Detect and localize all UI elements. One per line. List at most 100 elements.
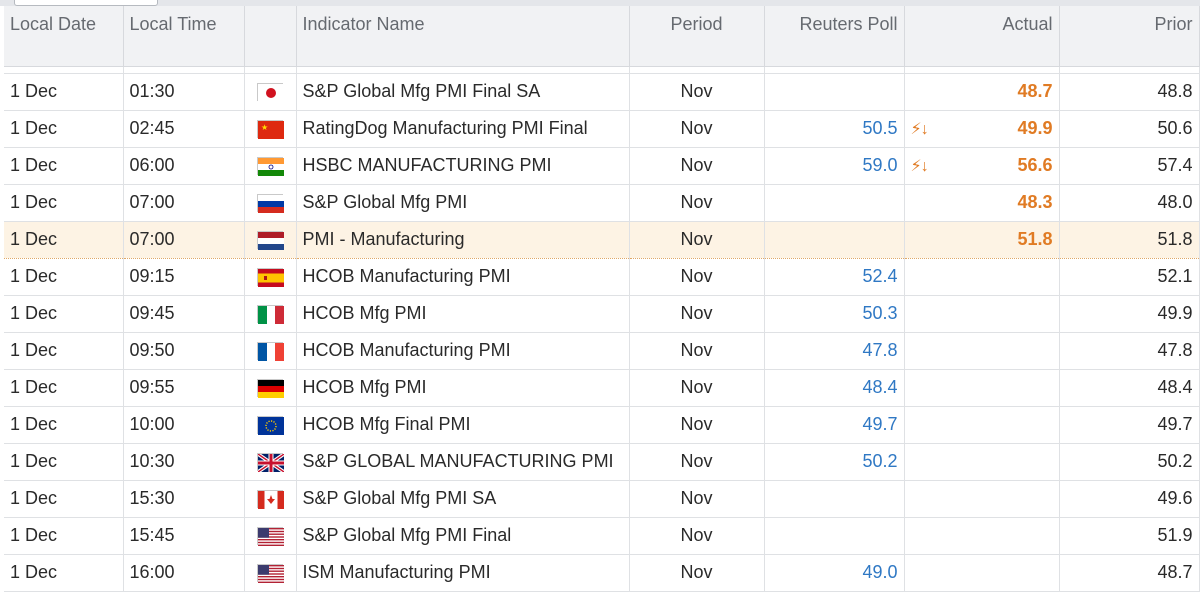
- row-actual: 48.3: [1017, 192, 1053, 212]
- row-time: 10:30: [123, 443, 245, 481]
- table-row[interactable]: 1 Dec 16:00 ISM Manufacturing PMI Nov 49.0 48…: [4, 554, 1200, 592]
- france-flag-icon: [257, 342, 284, 362]
- row-indicator[interactable]: HCOB Mfg PMI: [296, 369, 630, 407]
- table-row[interactable]: 1 Dec 15:30 S&P Global Mfg PMI SA Nov 49.6: [4, 480, 1200, 518]
- table-row[interactable]: 1 Dec 06:00 HSBC MANUFACTURING PMI Nov 59.0 ⚡…: [4, 147, 1200, 185]
- row-indicator[interactable]: S&P Global Mfg PMI Final SA: [296, 73, 630, 111]
- canada-flag-icon: [257, 490, 284, 510]
- row-date: 1 Dec: [4, 258, 124, 296]
- col-header-date[interactable]: Local Date: [4, 6, 124, 67]
- row-time: 02:45: [123, 110, 245, 148]
- row-prior: 51.9: [1059, 517, 1200, 555]
- row-prior: 47.8: [1059, 332, 1200, 370]
- table-row[interactable]: 1 Dec 10:30 S&P GLOBAL MANUFACTURING PMI No…: [4, 443, 1200, 481]
- row-date: 1 Dec: [4, 369, 124, 407]
- row-actual: 49.9: [1017, 118, 1053, 138]
- row-prior: 50.6: [1059, 110, 1200, 148]
- header-gap-row: [4, 66, 1200, 74]
- eu-flag-icon: [257, 416, 284, 436]
- row-reuters-poll: [764, 73, 905, 111]
- row-indicator[interactable]: HCOB Mfg PMI: [296, 295, 630, 333]
- row-actual-cell: [904, 517, 1060, 555]
- row-actual-cell: [904, 258, 1060, 296]
- row-indicator[interactable]: PMI - Manufacturing: [296, 220, 630, 259]
- row-indicator[interactable]: ISM Manufacturing PMI: [296, 554, 630, 592]
- col-header-indicator[interactable]: Indicator Name: [296, 6, 630, 67]
- surprise-lightning-down-icon: ⚡↓: [910, 157, 929, 175]
- row-time: 07:00: [123, 220, 245, 259]
- row-prior: 49.6: [1059, 480, 1200, 518]
- row-indicator[interactable]: HCOB Manufacturing PMI: [296, 258, 630, 296]
- table-row[interactable]: 1 Dec 02:45 ★ RatingDog Manufacturing PMI F…: [4, 110, 1200, 148]
- table-row[interactable]: 1 Dec 09:50 HCOB Manufacturing PMI Nov 47.8 4…: [4, 332, 1200, 370]
- row-reuters-poll: 49.0: [764, 554, 905, 592]
- row-period: Nov: [629, 184, 765, 222]
- col-header-time[interactable]: Local Time: [123, 6, 245, 67]
- china-flag-icon: ★: [257, 120, 284, 140]
- row-reuters-poll: [764, 517, 905, 555]
- row-reuters-poll: [764, 480, 905, 518]
- col-header-flag: [244, 6, 297, 67]
- row-date: 1 Dec: [4, 295, 124, 333]
- row-reuters-poll: 47.8: [764, 332, 905, 370]
- table-row[interactable]: 1 Dec 07:00 PMI - Manufacturing Nov 51.8 51.8: [4, 220, 1200, 259]
- row-date: 1 Dec: [4, 110, 124, 148]
- row-time: 09:45: [123, 295, 245, 333]
- row-actual: 56.6: [1017, 155, 1053, 175]
- row-date: 1 Dec: [4, 406, 124, 444]
- row-time: 09:55: [123, 369, 245, 407]
- row-prior: 51.8: [1059, 220, 1200, 259]
- table-row[interactable]: 1 Dec 15:45 S&P Global Mfg PMI Final Nov 51.…: [4, 517, 1200, 555]
- row-period: Nov: [629, 517, 765, 555]
- table-row[interactable]: 1 Dec 09:45 HCOB Mfg PMI Nov 50.3 49.9: [4, 295, 1200, 333]
- row-indicator[interactable]: HCOB Mfg Final PMI: [296, 406, 630, 444]
- russia-flag-icon: [257, 194, 284, 214]
- row-indicator[interactable]: S&P Global Mfg PMI Final: [296, 517, 630, 555]
- row-actual: 48.7: [1017, 81, 1053, 101]
- row-time: 09:50: [123, 332, 245, 370]
- row-actual-cell: [904, 406, 1060, 444]
- row-period: Nov: [629, 258, 765, 296]
- table-row[interactable]: 1 Dec 10:00 HCOB Mfg Final PMI Nov 49.7 49.7: [4, 406, 1200, 444]
- row-reuters-poll: 52.4: [764, 258, 905, 296]
- surprise-lightning-down-icon: ⚡↓: [910, 120, 929, 138]
- row-prior: 48.4: [1059, 369, 1200, 407]
- table-row[interactable]: 1 Dec 01:30 S&P Global Mfg PMI Final SA Nov…: [4, 73, 1200, 111]
- row-prior: 48.8: [1059, 73, 1200, 111]
- row-reuters-poll: 49.7: [764, 406, 905, 444]
- row-actual-cell: [904, 480, 1060, 518]
- row-period: Nov: [629, 73, 765, 111]
- row-time: 15:45: [123, 517, 245, 555]
- row-date: 1 Dec: [4, 220, 124, 259]
- row-actual-cell: [904, 443, 1060, 481]
- row-actual-cell: 48.3: [904, 184, 1060, 222]
- table-row[interactable]: 1 Dec 09:15 HCOB Manufacturing PMI Nov 52.4 5…: [4, 258, 1200, 296]
- row-actual: 51.8: [1017, 229, 1053, 249]
- col-header-period[interactable]: Period: [629, 6, 765, 67]
- row-indicator[interactable]: RatingDog Manufacturing PMI Final: [296, 110, 630, 148]
- row-period: Nov: [629, 480, 765, 518]
- col-header-prior[interactable]: Prior: [1059, 6, 1200, 67]
- row-date: 1 Dec: [4, 184, 124, 222]
- spain-flag-icon: [257, 268, 284, 288]
- germany-flag-icon: [257, 379, 284, 399]
- row-indicator[interactable]: S&P GLOBAL MANUFACTURING PMI: [296, 443, 630, 481]
- row-indicator[interactable]: HSBC MANUFACTURING PMI: [296, 147, 630, 185]
- row-period: Nov: [629, 406, 765, 444]
- row-period: Nov: [629, 369, 765, 407]
- row-period: Nov: [629, 554, 765, 592]
- row-date: 1 Dec: [4, 332, 124, 370]
- row-indicator[interactable]: S&P Global Mfg PMI SA: [296, 480, 630, 518]
- row-indicator[interactable]: HCOB Manufacturing PMI: [296, 332, 630, 370]
- row-prior: 50.2: [1059, 443, 1200, 481]
- table-row[interactable]: 1 Dec 07:00 S&P Global Mfg PMI Nov 48.3 48.0: [4, 184, 1200, 222]
- row-date: 1 Dec: [4, 73, 124, 111]
- col-header-actual[interactable]: Actual: [904, 6, 1060, 67]
- row-time: 07:00: [123, 184, 245, 222]
- row-indicator[interactable]: S&P Global Mfg PMI: [296, 184, 630, 222]
- table-row[interactable]: 1 Dec 09:55 HCOB Mfg PMI Nov 48.4 48.4: [4, 369, 1200, 407]
- row-period: Nov: [629, 332, 765, 370]
- row-prior: 52.1: [1059, 258, 1200, 296]
- row-reuters-poll: [764, 184, 905, 222]
- col-header-poll[interactable]: Reuters Poll: [764, 6, 905, 67]
